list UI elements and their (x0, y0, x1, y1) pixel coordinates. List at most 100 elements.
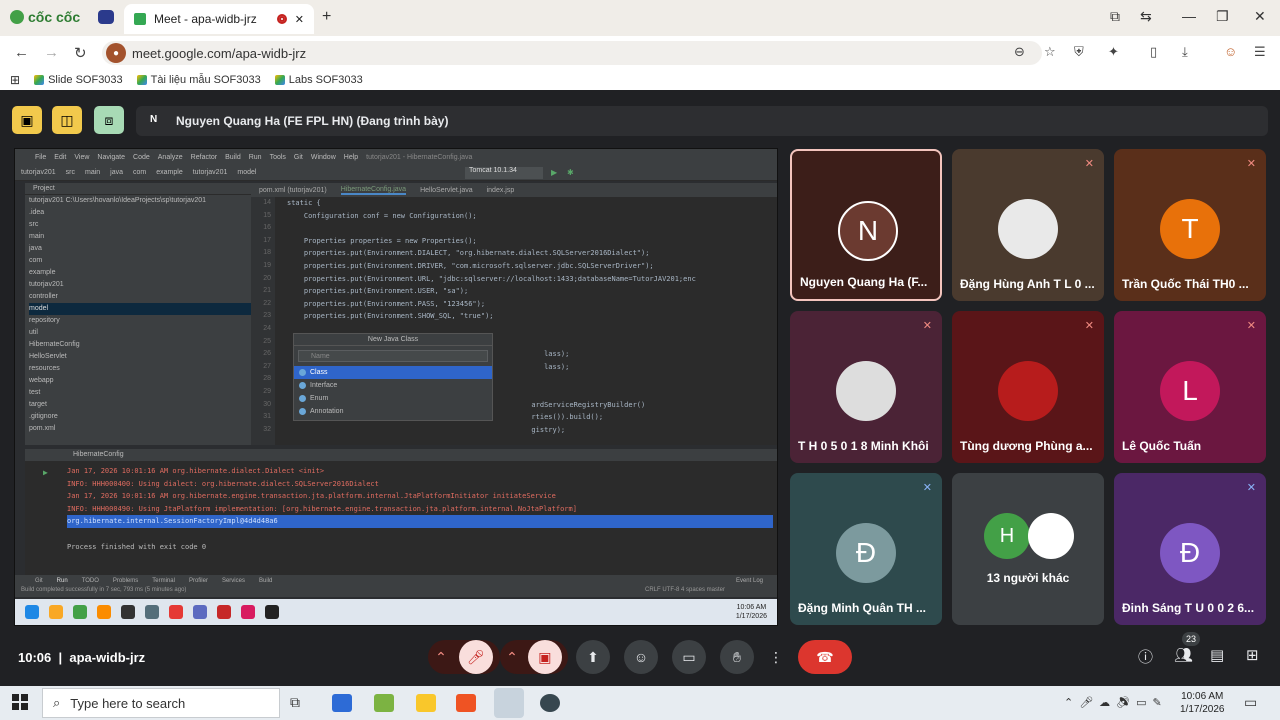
tree-item[interactable]: model (29, 303, 251, 315)
tree-item[interactable]: .gitignore (29, 411, 251, 423)
bookmark-tai-lieu[interactable]: Tài liệu mẫu SOF3033 (136, 74, 261, 86)
star-icon[interactable]: ☆ (1044, 44, 1056, 60)
tree-item[interactable]: .idea (29, 207, 251, 219)
screenshot-icon[interactable]: ⧉ (1110, 8, 1120, 25)
participant-tile[interactable]: Tùng dương Phùng a... ✕ (952, 311, 1104, 463)
new-tab-button[interactable]: + (322, 8, 331, 26)
captions-button[interactable]: ▭ (672, 640, 706, 674)
back-icon[interactable]: ← (14, 44, 29, 61)
participant-tile[interactable]: Đ Đặng Minh Quân TH ... ✕ (790, 473, 942, 625)
tree-item[interactable]: resources (29, 363, 251, 375)
ide-menu-navigate[interactable]: Navigate (97, 154, 125, 161)
tree-item[interactable]: repository (29, 315, 251, 327)
ide-menu-window[interactable]: Window (311, 154, 336, 161)
crumb[interactable]: tutorjav201 (193, 169, 228, 176)
crumb[interactable]: src (66, 169, 75, 176)
apps-icon[interactable]: ⊞ (10, 73, 20, 87)
class-name-input[interactable]: Name (298, 350, 488, 362)
history-icon[interactable]: ⇆ (1140, 8, 1152, 25)
bottom-tab-todo[interactable]: TODO (82, 578, 99, 584)
ide-menu-tools[interactable]: Tools (270, 154, 286, 161)
participant-tile[interactable]: T H 0 5 0 1 8 Minh Khôi ✕ (790, 311, 942, 463)
camera-options-chevron-icon[interactable]: ⌃ (506, 649, 518, 666)
menu-icon[interactable]: ☰ (1254, 44, 1266, 60)
browser-logo[interactable]: cốc cốc (10, 9, 80, 25)
file-explorer-icon[interactable] (416, 694, 436, 712)
maximize-window-icon[interactable]: ❐ (1216, 8, 1229, 25)
option-class[interactable]: Class (294, 366, 492, 379)
run-config-selector[interactable]: Tomcat 10.1.34 (465, 167, 543, 179)
participant-tile[interactable]: Đ Đinh Sáng T U 0 0 2 6... ✕ (1114, 473, 1266, 625)
participant-tile[interactable]: L Lê Quốc Tuấn ✕ (1114, 311, 1266, 463)
zoom-icon[interactable]: ⊖ (1014, 44, 1025, 60)
store-icon[interactable] (332, 694, 352, 712)
people-icon[interactable]: 👥︎ (1174, 646, 1193, 664)
taskbar-clock[interactable]: 10:06 AM 1/17/2026 (1180, 690, 1225, 716)
close-window-icon[interactable]: ✕ (1254, 8, 1266, 25)
bookmark-slide[interactable]: Slide SOF3033 (34, 74, 123, 86)
chat-icon[interactable]: ▤ (1210, 646, 1224, 664)
tree-item[interactable]: com (29, 255, 251, 267)
tab-hello-servlet[interactable]: HelloServlet.java (420, 187, 473, 194)
tree-item[interactable]: pom.xml (29, 423, 251, 435)
ide-menu-git[interactable]: Git (294, 154, 303, 161)
tab-index-jsp[interactable]: index.jsp (487, 187, 515, 194)
bottom-tab-services[interactable]: Services (222, 578, 245, 584)
extension-icon[interactable] (98, 10, 114, 24)
ide-menu-help[interactable]: Help (344, 154, 358, 161)
task-view-icon[interactable]: ⧉ (290, 694, 300, 711)
bottom-tab-git[interactable]: Git (35, 578, 43, 584)
debug-icon[interactable]: ✱ (567, 168, 574, 177)
app-taskbar-icon[interactable] (540, 694, 560, 712)
bookmark-labs[interactable]: Labs SOF3033 (274, 74, 363, 86)
tree-item[interactable]: controller (29, 291, 251, 303)
close-tab-icon[interactable]: ✕ (295, 13, 304, 26)
mic-options-chevron-icon[interactable]: ⌃ (435, 649, 447, 666)
bottom-tab-run[interactable]: Run (57, 578, 68, 584)
reload-icon[interactable]: ↻ (74, 44, 87, 62)
ide-menu-code[interactable]: Code (133, 154, 150, 161)
ide-menu-view[interactable]: View (74, 154, 89, 161)
tree-item[interactable]: target (29, 399, 251, 411)
run-icon[interactable]: ▶ (551, 168, 557, 177)
participant-tile[interactable]: N Nguyen Quang Ha (F... (790, 149, 942, 301)
tree-item[interactable]: test (29, 387, 251, 399)
camera-off-button[interactable]: ▣ (527, 640, 562, 674)
tab-pom[interactable]: pom.xml (tutorjav201) (259, 187, 327, 194)
bottom-tab-problems[interactable]: Problems (113, 578, 138, 584)
participant-tile[interactable]: H 13 người khác (952, 473, 1104, 625)
reactions-button[interactable]: ☺ (624, 640, 658, 674)
tree-item[interactable]: tutorjav201 C:\Users\hovanlo\IdeaProject… (29, 195, 251, 207)
raise-hand-button[interactable]: ✋︎ (720, 640, 754, 674)
tree-item[interactable]: HibernateConfig (29, 339, 251, 351)
tab-meet[interactable]: Meet - apa-widb-jrz ✕ (124, 4, 314, 34)
project-header[interactable]: Project (25, 183, 251, 195)
tree-item[interactable]: src (29, 219, 251, 231)
tree-item[interactable]: HelloServlet (29, 351, 251, 363)
crumb[interactable]: tutorjav201 (21, 169, 56, 176)
bottom-tab-build[interactable]: Build (259, 578, 272, 584)
layout-button[interactable]: ◫ (52, 106, 82, 134)
download-icon[interactable]: ⤓ (1182, 44, 1188, 60)
crumb[interactable]: example (156, 169, 182, 176)
ide-menu-edit[interactable]: Edit (54, 154, 66, 161)
ide-menu-analyze[interactable]: Analyze (158, 154, 183, 161)
ide-menu-file[interactable]: File (35, 154, 46, 161)
tree-item[interactable]: java (29, 243, 251, 255)
ide-menu-refactor[interactable]: Refactor (191, 154, 217, 161)
run-console[interactable]: HibernateConfig ▶ Jan 17, 2026 10:01:16 … (25, 449, 777, 575)
rerun-icon[interactable]: ▶ (43, 467, 48, 480)
leave-call-button[interactable]: ☎︎ (798, 640, 852, 674)
omnibox[interactable]: ● meet.google.com/apa-widb-jrz (102, 41, 1042, 65)
coccoc-taskbar-icon[interactable] (494, 688, 524, 718)
tree-item[interactable]: tutorjav201 (29, 279, 251, 291)
more-options-button[interactable]: ⋮ (764, 640, 788, 674)
shield-icon[interactable]: ⛨ (1074, 44, 1084, 60)
bottom-tab-event-log[interactable]: Event Log (736, 578, 763, 584)
forward-icon[interactable]: → (44, 44, 59, 61)
minecraft-icon[interactable] (374, 694, 394, 712)
crumb[interactable]: model (237, 169, 256, 176)
bottom-tab-terminal[interactable]: Terminal (152, 578, 175, 584)
windows-start-button[interactable] (12, 694, 28, 710)
tree-item[interactable]: main (29, 231, 251, 243)
